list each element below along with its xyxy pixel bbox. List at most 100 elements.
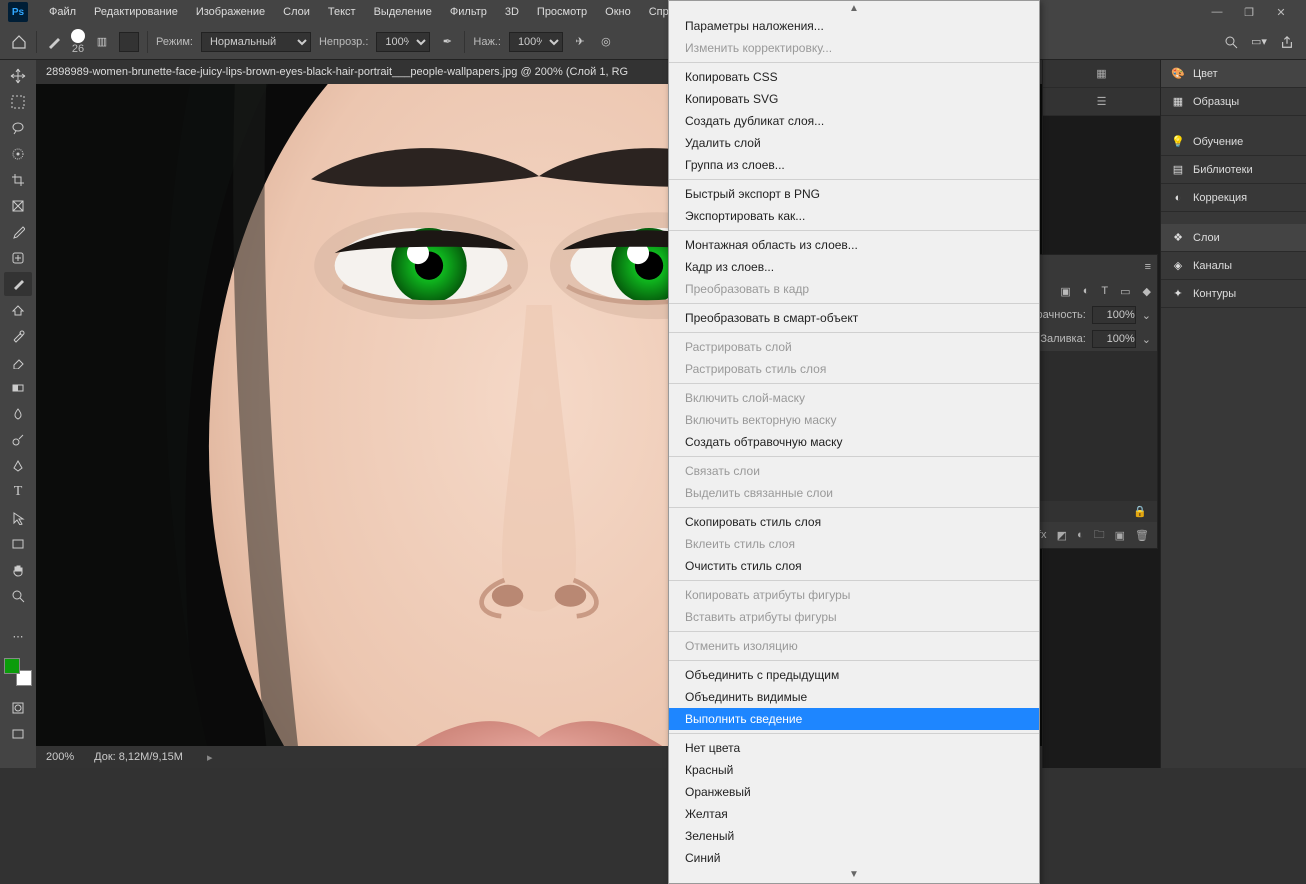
- crop-tool[interactable]: [4, 168, 32, 192]
- frame-tool[interactable]: [4, 194, 32, 218]
- learn-panel-tab[interactable]: 💡 Обучение: [1161, 128, 1306, 156]
- path-select-tool[interactable]: [4, 506, 32, 530]
- hand-tool[interactable]: [4, 558, 32, 582]
- mask-icon[interactable]: ◩: [1057, 529, 1067, 542]
- clone-stamp-tool[interactable]: [4, 298, 32, 322]
- history-icon[interactable]: ▦: [1043, 60, 1160, 88]
- context-menu-item[interactable]: Копировать SVG: [669, 88, 1039, 110]
- eraser-tool[interactable]: [4, 350, 32, 374]
- adjustment-icon[interactable]: ◐: [1077, 529, 1084, 541]
- context-menu-item[interactable]: Создать обтравочную маску: [669, 431, 1039, 453]
- fill-input[interactable]: [1092, 330, 1136, 348]
- channels-panel-tab[interactable]: ◈ Каналы: [1161, 252, 1306, 280]
- menu-image[interactable]: Изображение: [187, 0, 274, 24]
- chevron-right-icon[interactable]: ▸: [207, 751, 213, 764]
- menu-3d[interactable]: 3D: [496, 0, 528, 24]
- scroll-up-icon[interactable]: ▲: [669, 3, 1039, 15]
- context-menu-item[interactable]: Экспортировать как...: [669, 205, 1039, 227]
- pen-tool[interactable]: [4, 454, 32, 478]
- new-layer-icon[interactable]: ▣: [1115, 529, 1125, 542]
- trash-icon[interactable]: 🗑: [1135, 529, 1149, 542]
- context-menu-item[interactable]: Копировать CSS: [669, 66, 1039, 88]
- search-icon[interactable]: [1222, 33, 1240, 51]
- brush-settings-icon[interactable]: [119, 32, 139, 52]
- properties-icon[interactable]: ☰: [1043, 88, 1160, 116]
- color-panel-tab[interactable]: 🎨 Цвет: [1161, 60, 1306, 88]
- context-menu-item[interactable]: Кадр из слоев...: [669, 256, 1039, 278]
- context-menu-item[interactable]: Параметры наложения...: [669, 15, 1039, 37]
- context-menu-item[interactable]: Желтая: [669, 803, 1039, 825]
- quick-mask-icon[interactable]: [4, 696, 32, 720]
- move-tool[interactable]: [4, 64, 32, 88]
- type-tool[interactable]: T: [4, 480, 32, 504]
- history-brush-tool[interactable]: [4, 324, 32, 348]
- menu-icon[interactable]: ≡: [1145, 261, 1151, 273]
- menu-window[interactable]: Окно: [596, 0, 640, 24]
- context-menu-item[interactable]: Нет цвета: [669, 737, 1039, 759]
- minimize-icon[interactable]: —: [1210, 6, 1224, 19]
- lock-icon[interactable]: 🔒: [1133, 505, 1147, 518]
- menu-layers[interactable]: Слои: [274, 0, 319, 24]
- color-swatches[interactable]: [4, 658, 32, 686]
- menu-select[interactable]: Выделение: [365, 0, 441, 24]
- quick-select-tool[interactable]: [4, 142, 32, 166]
- opacity-select[interactable]: 100%: [376, 32, 430, 52]
- context-menu-item[interactable]: Оранжевый: [669, 781, 1039, 803]
- brush-tool[interactable]: [4, 272, 32, 296]
- adjustments-panel-tab[interactable]: ◐ Коррекция: [1161, 184, 1306, 212]
- screen-mode-icon[interactable]: [4, 722, 32, 746]
- smoothing-icon[interactable]: ◎: [597, 33, 615, 51]
- context-menu-item[interactable]: Монтажная область из слоев...: [669, 234, 1039, 256]
- zoom-tool[interactable]: [4, 584, 32, 608]
- chevron-down-icon[interactable]: ⌄: [1142, 309, 1151, 322]
- context-menu-item[interactable]: Группа из слоев...: [669, 154, 1039, 176]
- airbrush-icon[interactable]: ✈: [571, 33, 589, 51]
- lasso-tool[interactable]: [4, 116, 32, 140]
- context-menu-item[interactable]: Создать дубликат слоя...: [669, 110, 1039, 132]
- context-menu-item[interactable]: Очистить стиль слоя: [669, 555, 1039, 577]
- context-menu-item[interactable]: Зеленый: [669, 825, 1039, 847]
- swatches-panel-tab[interactable]: ▦ Образцы: [1161, 88, 1306, 116]
- context-menu-item[interactable]: Преобразовать в смарт-объект: [669, 307, 1039, 329]
- menu-file[interactable]: Файл: [40, 0, 85, 24]
- group-icon[interactable]: 🗀: [1094, 526, 1105, 545]
- context-menu-item[interactable]: Объединить с предыдущим: [669, 664, 1039, 686]
- layers-panel-tab[interactable]: ❖ Слои: [1161, 224, 1306, 252]
- workspace-icon[interactable]: ▭▾: [1250, 33, 1268, 51]
- brush-size-preview[interactable]: 26: [71, 29, 85, 55]
- brush-tool-icon[interactable]: [45, 33, 63, 51]
- filter-pixel-icon[interactable]: ▣: [1060, 285, 1070, 298]
- blur-tool[interactable]: [4, 402, 32, 426]
- filter-adjust-icon[interactable]: ◐: [1083, 285, 1090, 297]
- menu-filter[interactable]: Фильтр: [441, 0, 496, 24]
- home-icon[interactable]: [10, 33, 28, 51]
- edit-toolbar-icon[interactable]: ⋯: [4, 624, 32, 648]
- context-menu-item[interactable]: Выполнить сведение: [669, 708, 1039, 730]
- close-icon[interactable]: ✕: [1274, 6, 1288, 19]
- filter-smart-icon[interactable]: ◆: [1143, 285, 1151, 298]
- gradient-tool[interactable]: [4, 376, 32, 400]
- brush-panel-icon[interactable]: ▥: [93, 33, 111, 51]
- opacity-input[interactable]: [1092, 306, 1136, 324]
- rectangle-tool[interactable]: [4, 532, 32, 556]
- paths-panel-tab[interactable]: ✦ Контуры: [1161, 280, 1306, 308]
- zoom-level[interactable]: 200%: [46, 751, 74, 763]
- context-menu-item[interactable]: Скопировать стиль слоя: [669, 511, 1039, 533]
- libraries-panel-tab[interactable]: ▤ Библиотеки: [1161, 156, 1306, 184]
- dodge-tool[interactable]: [4, 428, 32, 452]
- healing-tool[interactable]: [4, 246, 32, 270]
- context-menu-item[interactable]: Удалить слой: [669, 132, 1039, 154]
- chevron-down-icon[interactable]: ⌄: [1142, 333, 1151, 346]
- foreground-color[interactable]: [4, 658, 20, 674]
- filter-type-icon[interactable]: T: [1101, 285, 1108, 297]
- maximize-icon[interactable]: ❐: [1242, 6, 1256, 19]
- context-menu-item[interactable]: Красный: [669, 759, 1039, 781]
- context-menu-item[interactable]: Быстрый экспорт в PNG: [669, 183, 1039, 205]
- flow-select[interactable]: 100%: [509, 32, 563, 52]
- marquee-tool[interactable]: [4, 90, 32, 114]
- eyedropper-tool[interactable]: [4, 220, 32, 244]
- menu-view[interactable]: Просмотр: [528, 0, 596, 24]
- filter-shape-icon[interactable]: ▭: [1120, 285, 1130, 298]
- pressure-opacity-icon[interactable]: ✒: [438, 33, 456, 51]
- scroll-down-icon[interactable]: ▼: [669, 869, 1039, 881]
